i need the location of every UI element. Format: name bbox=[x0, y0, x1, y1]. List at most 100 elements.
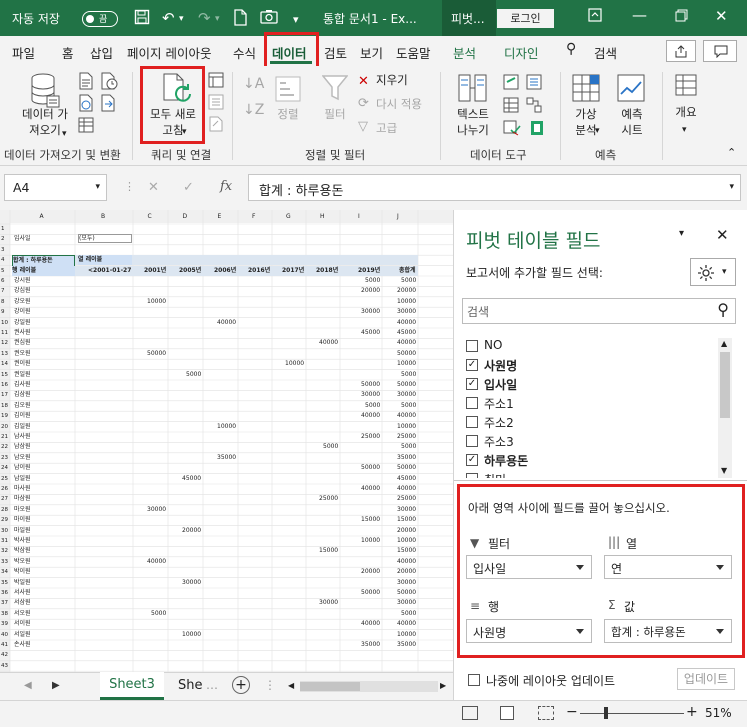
what-if-dropdown-icon[interactable]: ▾ bbox=[595, 123, 600, 139]
pivot-row-name[interactable]: 김오원 bbox=[14, 401, 31, 411]
existing-connections-icon[interactable] bbox=[100, 94, 118, 115]
pivot-value-cell[interactable]: 20000 bbox=[361, 567, 380, 577]
pivot-filter-label[interactable]: 입사일 bbox=[14, 234, 31, 244]
pivot-value-cell[interactable]: 20000 bbox=[397, 286, 416, 296]
pivot-value-cell[interactable]: 30000 bbox=[361, 307, 380, 317]
field-search-icon[interactable]: ⚲ bbox=[717, 300, 729, 319]
row-header[interactable]: 23 bbox=[1, 453, 8, 463]
pivot-value-cell[interactable]: 50000 bbox=[397, 380, 416, 390]
row-header[interactable]: 22 bbox=[1, 442, 8, 452]
pivot-row-name[interactable]: 손사원 bbox=[14, 640, 31, 650]
row-header[interactable]: 28 bbox=[1, 505, 8, 515]
pivot-value-cell[interactable]: 30000 bbox=[361, 390, 380, 400]
pivot-value-cell[interactable]: 5000 bbox=[365, 276, 380, 286]
autosave-toggle[interactable]: 끔 bbox=[82, 11, 118, 27]
tab-insert[interactable]: 삽입 bbox=[90, 43, 113, 62]
pivot-row-name[interactable]: 강일원 bbox=[14, 318, 31, 328]
expand-formula-icon[interactable]: ▾ bbox=[729, 182, 734, 192]
pivot-column-header[interactable]: 2019년 bbox=[358, 266, 380, 276]
pivot-value-cell[interactable]: 40000 bbox=[397, 338, 416, 348]
undo-dropdown-icon[interactable]: ▾ bbox=[179, 14, 184, 24]
pivot-value-cell[interactable]: 10000 bbox=[361, 536, 380, 546]
pivot-row-name[interactable]: 남오원 bbox=[14, 453, 31, 463]
horizontal-scroll-thumb[interactable] bbox=[300, 682, 360, 691]
close-window-icon[interactable]: ✕ bbox=[715, 7, 728, 25]
pivot-column-header[interactable]: 2001년 bbox=[144, 266, 166, 276]
pivot-row-name[interactable]: 남삼원 bbox=[14, 442, 31, 452]
pivot-row-name[interactable]: 마오원 bbox=[14, 505, 31, 515]
pivot-value-cell[interactable]: 40000 bbox=[147, 557, 166, 567]
edit-links-icon[interactable] bbox=[208, 116, 224, 135]
columns-field-dropdown[interactable]: 연 bbox=[604, 555, 732, 579]
pivot-value-cell[interactable]: 45000 bbox=[397, 474, 416, 484]
pivot-value-cell[interactable]: 30000 bbox=[397, 505, 416, 515]
confirm-entry-icon[interactable]: ✓ bbox=[183, 180, 194, 195]
pivot-value-cell[interactable]: 5000 bbox=[401, 442, 416, 452]
name-box[interactable]: A4 ▾ bbox=[4, 174, 107, 201]
pivot-row-name[interactable]: 박오원 bbox=[14, 557, 31, 567]
column-header[interactable]: B bbox=[101, 212, 105, 222]
row-header[interactable]: 31 bbox=[1, 536, 8, 546]
pivot-value-cell[interactable]: 5000 bbox=[323, 442, 338, 452]
qat-customize-icon[interactable]: ▾ bbox=[293, 13, 299, 26]
tab-view[interactable]: 보기 bbox=[360, 43, 383, 62]
row-header[interactable]: 34 bbox=[1, 567, 8, 577]
pivot-column-header[interactable]: 2018년 bbox=[316, 266, 338, 276]
scroll-right-icon[interactable]: ▶ bbox=[440, 681, 446, 690]
pivot-row-name[interactable]: 권심원 bbox=[14, 338, 31, 348]
row-header[interactable]: 43 bbox=[1, 661, 8, 671]
pivot-row-name[interactable]: 남일원 bbox=[14, 474, 31, 484]
field-list-scrollbar[interactable]: ▲ ▼ bbox=[718, 338, 732, 478]
pivot-row-name[interactable]: 서삼원 bbox=[14, 598, 31, 608]
row-header[interactable]: 39 bbox=[1, 619, 8, 629]
reapply-button[interactable]: 다시 적용 bbox=[376, 96, 422, 112]
next-sheet-icon[interactable]: ▶ bbox=[52, 680, 60, 691]
clear-button[interactable]: 지우기 bbox=[376, 72, 408, 88]
row-header[interactable]: 20 bbox=[1, 422, 8, 432]
row-header[interactable]: 10 bbox=[1, 318, 8, 328]
field-label[interactable]: 주소2 bbox=[484, 414, 514, 431]
row-header[interactable]: 26 bbox=[1, 484, 8, 494]
row-header[interactable]: 7 bbox=[1, 286, 5, 296]
scroll-up-icon[interactable]: ▲ bbox=[721, 339, 727, 348]
row-header[interactable]: 25 bbox=[1, 474, 8, 484]
tab-formulas[interactable]: 수식 bbox=[233, 43, 256, 62]
pivot-row-name[interactable]: 강오원 bbox=[14, 297, 31, 307]
zoom-slider[interactable] bbox=[580, 713, 684, 714]
pivot-column-header[interactable]: <2001-01-27 bbox=[88, 266, 131, 276]
row-header[interactable]: 2 bbox=[1, 234, 5, 244]
pivot-value-cell[interactable]: 5000 bbox=[401, 370, 416, 380]
row-header[interactable]: 4 bbox=[1, 255, 5, 265]
pivot-value-cell[interactable]: 15000 bbox=[397, 515, 416, 525]
row-header[interactable]: 42 bbox=[1, 650, 8, 660]
row-header[interactable]: 33 bbox=[1, 557, 8, 567]
field-label[interactable]: 입사일 bbox=[484, 376, 517, 393]
pivot-row-name[interactable]: 남사원 bbox=[14, 432, 31, 442]
field-checkbox[interactable]: ✓ bbox=[466, 378, 478, 390]
pivot-value-cell[interactable]: 10000 bbox=[182, 630, 201, 640]
pivot-value-cell[interactable]: 10000 bbox=[397, 536, 416, 546]
row-header[interactable]: 21 bbox=[1, 432, 8, 442]
camera-icon[interactable] bbox=[260, 9, 278, 28]
manage-data-model-icon[interactable] bbox=[530, 120, 544, 139]
pivot-row-name[interactable]: 마삼원 bbox=[14, 494, 31, 504]
zoom-out-icon[interactable]: − bbox=[566, 704, 578, 720]
pivot-row-name[interactable]: 서오원 bbox=[14, 609, 31, 619]
prev-sheet-icon[interactable]: ◀ bbox=[24, 680, 32, 691]
page-break-view-icon[interactable] bbox=[538, 706, 554, 720]
pivot-value-cell[interactable]: 50000 bbox=[397, 463, 416, 473]
field-list-settings[interactable]: ▾ bbox=[690, 258, 736, 286]
row-header[interactable]: 17 bbox=[1, 390, 8, 400]
pivot-value-cell[interactable]: 45000 bbox=[397, 328, 416, 338]
field-checkbox[interactable] bbox=[466, 473, 478, 478]
tab-split-icon[interactable]: ⋮ bbox=[264, 678, 276, 692]
pivot-row-name[interactable]: 권오원 bbox=[14, 349, 31, 359]
field-label[interactable]: 사원명 bbox=[484, 357, 517, 374]
pivot-value-cell[interactable]: 40000 bbox=[397, 484, 416, 494]
field-label[interactable]: 취미 bbox=[484, 471, 506, 478]
more-sheets-icon[interactable]: … bbox=[206, 678, 218, 692]
field-label[interactable]: NO bbox=[484, 338, 502, 352]
pivot-row-name[interactable]: 마이원 bbox=[14, 515, 31, 525]
tab-home[interactable]: 홈 bbox=[62, 43, 74, 62]
tab-file[interactable]: 파일 bbox=[12, 43, 35, 62]
